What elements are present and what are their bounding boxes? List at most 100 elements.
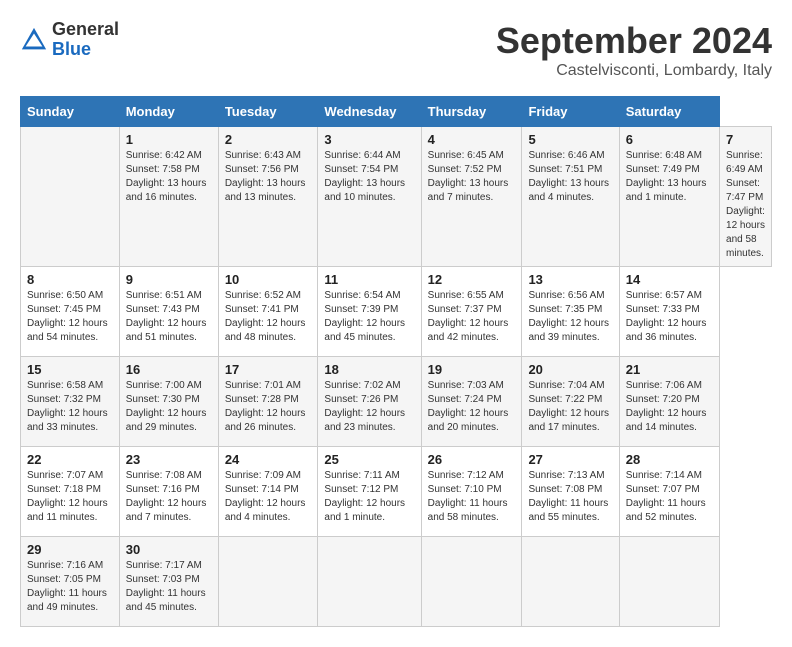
day-cell-25: 25Sunrise: 7:11 AMSunset: 7:12 PMDayligh… <box>318 447 421 537</box>
day-cell-28: 28Sunrise: 7:14 AMSunset: 7:07 PMDayligh… <box>619 447 719 537</box>
day-cell-20: 20 Sunrise: 7:04 AMSunset: 7:22 PMDayligh… <box>522 357 619 447</box>
day-info: Sunrise: 6:52 AMSunset: 7:41 PMDaylight:… <box>225 289 312 345</box>
day-number: 14 <box>626 272 713 287</box>
day-info: Sunrise: 6:42 AMSunset: 7:58 PMDaylight:… <box>126 149 212 205</box>
day-info: Sunrise: 6:55 AMSunset: 7:37 PMDaylight:… <box>428 289 516 345</box>
weekday-header-friday: Friday <box>522 97 619 127</box>
day-cell-8: 8 Sunrise: 6:50 AMSunset: 7:45 PMDaylight… <box>21 267 120 357</box>
day-cell-7: 7 Sunrise: 6:49 AMSunset: 7:47 PMDaylight… <box>720 127 772 267</box>
day-info: Sunrise: 7:02 AMSunset: 7:26 PMDaylight:… <box>324 379 414 435</box>
weekday-header-thursday: Thursday <box>421 97 522 127</box>
day-info: Sunrise: 7:08 AMSunset: 7:16 PMDaylight:… <box>126 469 212 525</box>
day-cell-11: 11Sunrise: 6:54 AMSunset: 7:39 PMDayligh… <box>318 267 421 357</box>
day-info: Sunrise: 6:43 AMSunset: 7:56 PMDaylight:… <box>225 149 312 205</box>
location: Castelvisconti, Lombardy, Italy <box>496 62 772 80</box>
day-cell-10: 10Sunrise: 6:52 AMSunset: 7:41 PMDayligh… <box>218 267 318 357</box>
day-cell-27: 27Sunrise: 7:13 AMSunset: 7:08 PMDayligh… <box>522 447 619 537</box>
day-number: 4 <box>428 132 516 147</box>
day-info: Sunrise: 6:44 AMSunset: 7:54 PMDaylight:… <box>324 149 414 205</box>
weekday-header-monday: Monday <box>119 97 218 127</box>
day-number: 21 <box>626 362 713 377</box>
day-number: 18 <box>324 362 414 377</box>
day-info: Sunrise: 7:01 AMSunset: 7:28 PMDaylight:… <box>225 379 312 435</box>
day-cell-18: 18 Sunrise: 7:02 AMSunset: 7:26 PMDayligh… <box>318 357 421 447</box>
day-cell-19: 19 Sunrise: 7:03 AMSunset: 7:24 PMDayligh… <box>421 357 522 447</box>
day-info: Sunrise: 6:49 AMSunset: 7:47 PMDaylight:… <box>726 149 765 261</box>
day-number: 19 <box>428 362 516 377</box>
calendar-header: SundayMondayTuesdayWednesdayThursdayFrid… <box>21 97 772 127</box>
calendar-week-4: 22Sunrise: 7:07 AMSunset: 7:18 PMDayligh… <box>21 447 772 537</box>
day-number: 13 <box>528 272 612 287</box>
day-cell-4: 4 Sunrise: 6:45 AMSunset: 7:52 PMDaylight… <box>421 127 522 267</box>
day-cell-3: 3 Sunrise: 6:44 AMSunset: 7:54 PMDaylight… <box>318 127 421 267</box>
day-info: Sunrise: 7:06 AMSunset: 7:20 PMDaylight:… <box>626 379 713 435</box>
day-number: 12 <box>428 272 516 287</box>
weekday-header-wednesday: Wednesday <box>318 97 421 127</box>
day-number: 24 <box>225 452 312 467</box>
day-number: 22 <box>27 452 113 467</box>
day-info: Sunrise: 6:56 AMSunset: 7:35 PMDaylight:… <box>528 289 612 345</box>
logo: General Blue <box>20 20 119 60</box>
day-info: Sunrise: 6:46 AMSunset: 7:51 PMDaylight:… <box>528 149 612 205</box>
weekday-header-tuesday: Tuesday <box>218 97 318 127</box>
day-info: Sunrise: 7:03 AMSunset: 7:24 PMDaylight:… <box>428 379 516 435</box>
day-cell-1: 1 Sunrise: 6:42 AMSunset: 7:58 PMDaylight… <box>119 127 218 267</box>
calendar-week-2: 8 Sunrise: 6:50 AMSunset: 7:45 PMDaylight… <box>21 267 772 357</box>
weekday-header-sunday: Sunday <box>21 97 120 127</box>
day-cell-17: 17 Sunrise: 7:01 AMSunset: 7:28 PMDayligh… <box>218 357 318 447</box>
day-info: Sunrise: 7:04 AMSunset: 7:22 PMDaylight:… <box>528 379 612 435</box>
calendar-week-1: 1 Sunrise: 6:42 AMSunset: 7:58 PMDaylight… <box>21 127 772 267</box>
day-number: 15 <box>27 362 113 377</box>
day-cell-29: 29Sunrise: 7:16 AMSunset: 7:05 PMDayligh… <box>21 537 120 627</box>
day-cell-24: 24 Sunrise: 7:09 AMSunset: 7:14 PMDayligh… <box>218 447 318 537</box>
day-info: Sunrise: 6:45 AMSunset: 7:52 PMDaylight:… <box>428 149 516 205</box>
day-info: Sunrise: 7:12 AMSunset: 7:10 PMDaylight:… <box>428 469 516 525</box>
day-info: Sunrise: 6:48 AMSunset: 7:49 PMDaylight:… <box>626 149 713 205</box>
logo-general-text: General <box>52 20 119 40</box>
empty-cell <box>522 537 619 627</box>
logo-text: General Blue <box>52 20 119 60</box>
empty-cell <box>318 537 421 627</box>
day-info: Sunrise: 7:14 AMSunset: 7:07 PMDaylight:… <box>626 469 713 525</box>
day-number: 7 <box>726 132 765 147</box>
day-number: 23 <box>126 452 212 467</box>
logo-blue-text: Blue <box>52 40 119 60</box>
day-info: Sunrise: 6:50 AMSunset: 7:45 PMDaylight:… <box>27 289 113 345</box>
day-cell-30: 30Sunrise: 7:17 AMSunset: 7:03 PMDayligh… <box>119 537 218 627</box>
day-info: Sunrise: 6:57 AMSunset: 7:33 PMDaylight:… <box>626 289 713 345</box>
day-number: 8 <box>27 272 113 287</box>
day-cell-5: 5 Sunrise: 6:46 AMSunset: 7:51 PMDaylight… <box>522 127 619 267</box>
day-cell-22: 22Sunrise: 7:07 AMSunset: 7:18 PMDayligh… <box>21 447 120 537</box>
day-cell-16: 16Sunrise: 7:00 AMSunset: 7:30 PMDayligh… <box>119 357 218 447</box>
day-info: Sunrise: 7:17 AMSunset: 7:03 PMDaylight:… <box>126 559 212 615</box>
day-number: 9 <box>126 272 212 287</box>
day-number: 3 <box>324 132 414 147</box>
weekday-row: SundayMondayTuesdayWednesdayThursdayFrid… <box>21 97 772 127</box>
day-cell-2: 2Sunrise: 6:43 AMSunset: 7:56 PMDaylight… <box>218 127 318 267</box>
day-cell-6: 6Sunrise: 6:48 AMSunset: 7:49 PMDaylight… <box>619 127 719 267</box>
day-cell-21: 21 Sunrise: 7:06 AMSunset: 7:20 PMDayligh… <box>619 357 719 447</box>
day-number: 25 <box>324 452 414 467</box>
calendar-week-5: 29Sunrise: 7:16 AMSunset: 7:05 PMDayligh… <box>21 537 772 627</box>
day-number: 17 <box>225 362 312 377</box>
day-number: 20 <box>528 362 612 377</box>
empty-cell <box>21 127 120 267</box>
day-number: 26 <box>428 452 516 467</box>
month-title: September 2024 <box>496 20 772 62</box>
day-number: 5 <box>528 132 612 147</box>
calendar-week-3: 15 Sunrise: 6:58 AMSunset: 7:32 PMDayligh… <box>21 357 772 447</box>
day-info: Sunrise: 7:16 AMSunset: 7:05 PMDaylight:… <box>27 559 113 615</box>
day-number: 16 <box>126 362 212 377</box>
day-cell-9: 9 Sunrise: 6:51 AMSunset: 7:43 PMDaylight… <box>119 267 218 357</box>
empty-cell <box>619 537 719 627</box>
day-info: Sunrise: 7:09 AMSunset: 7:14 PMDaylight:… <box>225 469 312 525</box>
weekday-header-saturday: Saturday <box>619 97 719 127</box>
day-cell-26: 26 Sunrise: 7:12 AMSunset: 7:10 PMDayligh… <box>421 447 522 537</box>
page-header: General Blue September 2024 Castelviscon… <box>20 20 772 80</box>
day-info: Sunrise: 6:51 AMSunset: 7:43 PMDaylight:… <box>126 289 212 345</box>
day-info: Sunrise: 6:58 AMSunset: 7:32 PMDaylight:… <box>27 379 113 435</box>
day-cell-12: 12 Sunrise: 6:55 AMSunset: 7:37 PMDayligh… <box>421 267 522 357</box>
logo-icon <box>20 26 48 54</box>
day-number: 1 <box>126 132 212 147</box>
day-cell-13: 13 Sunrise: 6:56 AMSunset: 7:35 PMDayligh… <box>522 267 619 357</box>
